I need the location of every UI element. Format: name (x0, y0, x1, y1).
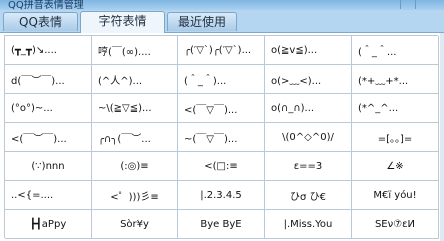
emoticon-cell[interactable]: ╭(′▽`)╭(′▽`)... (178, 36, 265, 65)
emoticon-cell[interactable]: <(□:≡ (178, 152, 265, 181)
emoticon-cell[interactable]: ~(￣▽￣)... (178, 123, 265, 152)
tab-qq-emoji[interactable]: QQ表情 (3, 12, 78, 31)
scrollbar[interactable] (440, 33, 444, 241)
emoticon-cell[interactable]: (*+﹏+*... (352, 65, 439, 94)
emoticon-cell[interactable]: Sòr¥y (92, 210, 178, 239)
emoticon-cell[interactable]: (＾_＾)... (178, 65, 265, 94)
emoticon-cell[interactable]: o(>﹏<)... (265, 65, 352, 94)
emoticon-cell[interactable]: d(￣︶￣)... (5, 65, 92, 94)
emoticon-cell[interactable]: ┣┫aPpy (5, 210, 92, 239)
emoticon-cell[interactable]: (^人^)... (92, 65, 178, 94)
tab-strip: QQ表情 字符表情 最近使用 (0, 10, 444, 33)
emoticon-cell[interactable]: SΕν⑦εИ (352, 210, 439, 239)
emoticon-cell[interactable]: ∠※ (352, 152, 439, 181)
title-bar: QQ拼音表情管理 (0, 0, 444, 10)
emoticon-cell[interactable]: ..<{=.... (5, 181, 92, 210)
window-control-button[interactable] (400, 0, 416, 9)
emoticon-cell[interactable]: 哼(￣(∞).... (92, 36, 178, 65)
emoticon-cell[interactable]: ~\(≧▽≦)... (92, 94, 178, 123)
emoticon-cell[interactable]: (∵)nnn (5, 152, 92, 181)
emoticon-cell[interactable]: |.Miss.You (265, 210, 352, 239)
tab-recent[interactable]: 最近使用 (167, 12, 237, 31)
emoticon-cell[interactable]: <(￣︶￣)... (5, 123, 92, 152)
emoticon-cell[interactable]: ひσ ひ€ (265, 181, 352, 210)
emoticon-grid: (┳_┳)↘.... 哼(￣(∞).... ╭(′▽`)╭(′▽`)... o(… (4, 35, 439, 239)
emoticon-cell[interactable]: <(￣▽￣)... (178, 94, 265, 123)
emoticon-cell[interactable]: (:◎)≡ (92, 152, 178, 181)
tab-char-emoticons[interactable]: 字符表情 (80, 11, 165, 33)
window-title: QQ拼音表情管理 (8, 0, 84, 10)
emoticon-cell[interactable]: (┳_┳)↘.... (5, 36, 92, 65)
emoticon-cell[interactable]: (*^_^... (352, 94, 439, 123)
emoticon-cell[interactable]: ε==3 (265, 152, 352, 181)
emoticon-cell[interactable]: <゜)))彡≡ (92, 181, 178, 210)
emoticon-cell[interactable]: \(0^◇^0)/ (265, 123, 352, 152)
emoticon-cell[interactable]: =[。。]= (352, 123, 439, 152)
emoticon-cell[interactable]: ╭∩╮(￣︶... (92, 123, 178, 152)
emoticon-cell[interactable]: (°o°)~... (5, 94, 92, 123)
emoticon-cell[interactable]: |.2.3.4.5 (178, 181, 265, 210)
emoticon-cell[interactable]: (＾_＾... (352, 36, 439, 65)
emoticon-cell[interactable]: o(≧v≦)... (265, 36, 352, 65)
emoticon-cell[interactable]: Bye ByE (178, 210, 265, 239)
emoticon-cell[interactable]: o(∩_∩)... (265, 94, 352, 123)
emoticon-cell[interactable]: M€ï yóu! (352, 181, 439, 210)
